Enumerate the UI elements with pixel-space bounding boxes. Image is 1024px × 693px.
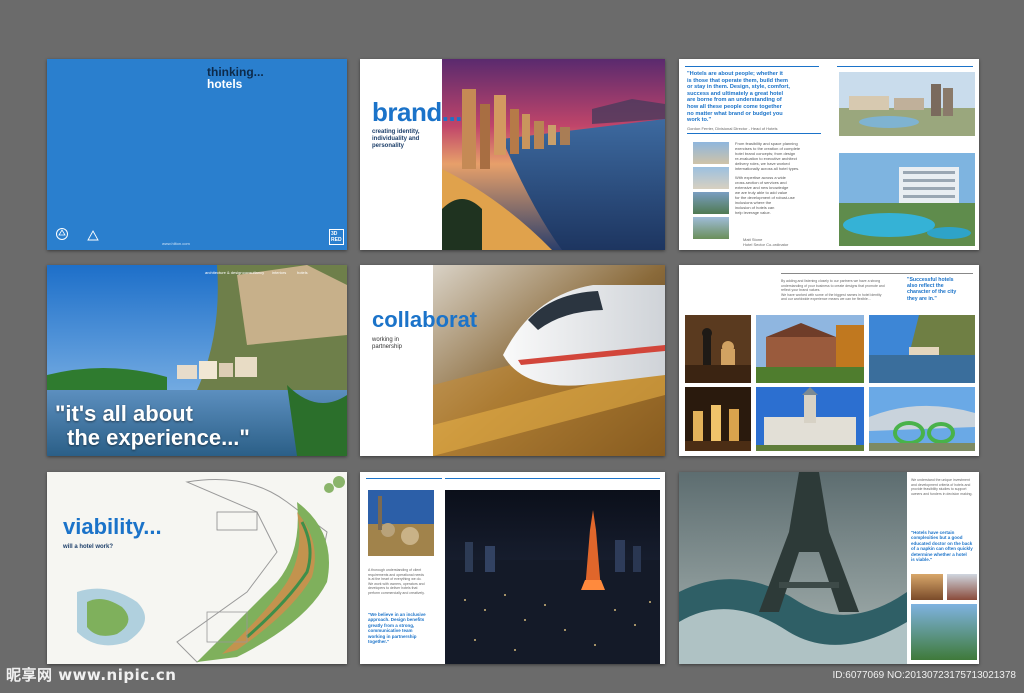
people-attribution: Gordon Ferrier, Divisional Director - He… xyxy=(687,126,778,131)
experience-headline-1: "it's all about xyxy=(55,401,193,426)
spread-partnership: A thorough understanding of client requi… xyxy=(360,472,665,664)
thumb-lake xyxy=(911,604,977,660)
top-rule-right xyxy=(837,66,973,67)
viability-heading: viability... xyxy=(63,514,162,539)
people-quote: "Hotels are about people; whether it is … xyxy=(687,71,790,124)
character-rule xyxy=(781,273,973,274)
spread-viability: viability... will a hotel work? xyxy=(47,472,347,664)
experience-nav-1: architecture & design xyxy=(205,270,243,275)
cover-footer-text: www.hilton.com xyxy=(162,241,190,246)
people-signature: Matt Stone Hotel Sector Co-ordinator xyxy=(743,237,789,247)
partnership-body: A thorough understanding of client requi… xyxy=(368,568,425,595)
spread-experience: architecture & design consultancy interi… xyxy=(47,265,347,456)
city-hall-photo xyxy=(756,387,864,451)
character-body: By adding and listening closely to our p… xyxy=(781,279,885,302)
thumb-building-1 xyxy=(693,142,729,164)
experience-nav-3: interiors xyxy=(272,270,287,275)
thumb-train xyxy=(947,574,977,600)
cover-title-line2: hotels xyxy=(207,77,243,91)
spread-cover: thinking... hotels www.hilton.com 3D RED xyxy=(47,59,347,250)
feasibility-quote: "Hotels have certain complexities but a … xyxy=(911,530,973,563)
spread-character: By adding and listening closely to our p… xyxy=(679,265,979,456)
lakeside-village-photo xyxy=(869,315,975,383)
recycle-icon xyxy=(55,227,69,241)
nipic-watermark: 昵享网 www.nipic.cn xyxy=(6,666,177,684)
spread-collaborate: collaborat working in partnership xyxy=(360,265,665,456)
viability-subheading: will a hotel work? xyxy=(63,544,114,550)
spread-people: "Hotels are about people; whether it is … xyxy=(679,59,979,250)
image-id-watermark: ID:6077069 NO:20130723175713021378 xyxy=(832,670,1017,681)
manor-house-photo xyxy=(756,315,864,383)
stadium-sculpture-photo xyxy=(869,387,975,451)
partnership-top-rule xyxy=(366,478,442,479)
eiffel-tower-storm-photo xyxy=(679,472,907,664)
brand-subheading: creating identity, individuality and per… xyxy=(372,129,420,149)
resort-pool-photo xyxy=(839,153,975,246)
feasibility-body: We understand the unique investment and … xyxy=(911,478,973,496)
partnership-top-rule-2 xyxy=(445,478,660,479)
chess-king-photo xyxy=(685,315,751,383)
thumb-lobby xyxy=(911,574,943,600)
site-masterplan-drawing xyxy=(47,472,347,664)
thumb-building-3 xyxy=(693,192,729,214)
spread-brand: brand... creating identity, individualit… xyxy=(360,59,665,250)
character-quote: "Successful hotels also reflect the char… xyxy=(907,277,957,302)
beach-city-night-photo xyxy=(442,59,665,250)
mid-rule xyxy=(687,133,821,134)
experience-nav-4: hotels xyxy=(297,270,308,275)
people-body-1: From feasibility and space planning exer… xyxy=(735,141,801,171)
people-body-2: With expertise across a wide cross-secti… xyxy=(735,175,795,215)
experience-nav-2: consultancy xyxy=(243,270,265,275)
resort-aerial-photo xyxy=(839,72,975,136)
brand-heading: brand... xyxy=(372,97,462,127)
sculpture-balls-photo xyxy=(368,490,434,556)
thumb-building-2 xyxy=(693,167,729,189)
spread-feasibility: We understand the unique investment and … xyxy=(679,472,979,664)
thumb-building-4 xyxy=(693,217,729,239)
cover-badge: 3D RED xyxy=(329,229,344,245)
experience-headline-2: the experience..." xyxy=(67,425,250,450)
chess-pawns-photo xyxy=(685,387,751,451)
triangle-icon xyxy=(87,229,99,241)
bullet-train-photo xyxy=(433,265,665,456)
partnership-quote: "We believe in an inclusive approach. De… xyxy=(368,612,426,645)
tokyo-tower-night-photo xyxy=(445,490,660,664)
collaborate-subheading: working in partnership xyxy=(372,337,403,350)
collaborate-heading: collaborat xyxy=(372,307,478,332)
top-rule-left xyxy=(685,66,819,67)
